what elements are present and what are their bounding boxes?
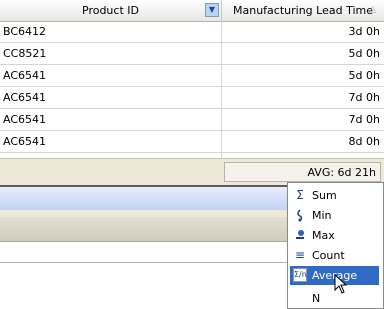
menu-item-sum[interactable]: Σ Sum — [290, 186, 379, 205]
menu-item-label: N — [312, 292, 321, 305]
cell-product-id[interactable]: CC8521 — [0, 43, 222, 64]
count-icon: ≡ — [294, 248, 306, 262]
cell-product-id[interactable]: AC6541 — [0, 65, 222, 86]
cell-lead-time[interactable]: 5d 0h — [222, 65, 384, 86]
cell-lead-time[interactable]: 7d 0h — [222, 109, 384, 130]
sort-ascending-icon: △ — [369, 5, 376, 15]
grid-header: Product ID ▼ Manufacturing Lead Time △ — [0, 0, 384, 22]
menu-item-label: Min — [312, 209, 332, 222]
menu-item-label: Count — [312, 249, 345, 262]
column-header-label: Product ID — [82, 4, 139, 17]
cell-product-id[interactable]: AC6541 — [0, 109, 222, 130]
cell-lead-time[interactable]: 5d 0h — [222, 43, 384, 64]
menu-item-min[interactable]: Min — [290, 206, 379, 225]
average-icon: Σ/n — [293, 268, 307, 282]
cell-product-id[interactable]: AC6541 — [0, 131, 222, 152]
table-row[interactable]: AC6541 8d 0h — [0, 131, 384, 153]
cell-lead-time[interactable]: 3d 0h — [222, 21, 384, 42]
table-row[interactable]: AC6541 7d 0h — [0, 87, 384, 109]
table-row[interactable]: BC6412 3d 0h — [0, 21, 384, 43]
menu-item-label: Max — [312, 229, 335, 242]
cell-product-id[interactable]: BC6412 — [0, 21, 222, 42]
summary-cell[interactable]: AVG: 6d 21h — [224, 162, 381, 182]
menu-item-count[interactable]: ≡ Count — [290, 246, 379, 265]
column-header-manufacturing-lead-time[interactable]: Manufacturing Lead Time △ — [222, 0, 384, 21]
mouse-cursor-icon — [334, 274, 348, 294]
table-row[interactable]: AC6541 5d 0h — [0, 65, 384, 87]
table-row[interactable]: CC8521 5d 0h — [0, 43, 384, 65]
table-row[interactable]: AC6541 7d 0h — [0, 109, 384, 131]
max-icon — [293, 228, 307, 242]
cell-lead-time[interactable]: 8d 0h — [222, 131, 384, 152]
menu-item-max[interactable]: Max — [290, 226, 379, 245]
chevron-down-icon[interactable]: ▼ — [205, 3, 219, 17]
sigma-icon: Σ — [296, 188, 304, 202]
menu-item-label: Sum — [312, 189, 337, 202]
column-header-label: Manufacturing Lead Time — [233, 4, 373, 17]
column-header-product-id[interactable]: Product ID ▼ — [0, 0, 222, 21]
cell-product-id[interactable]: AC6541 — [0, 87, 222, 108]
min-icon — [293, 208, 307, 222]
cell-lead-time[interactable]: 7d 0h — [222, 87, 384, 108]
